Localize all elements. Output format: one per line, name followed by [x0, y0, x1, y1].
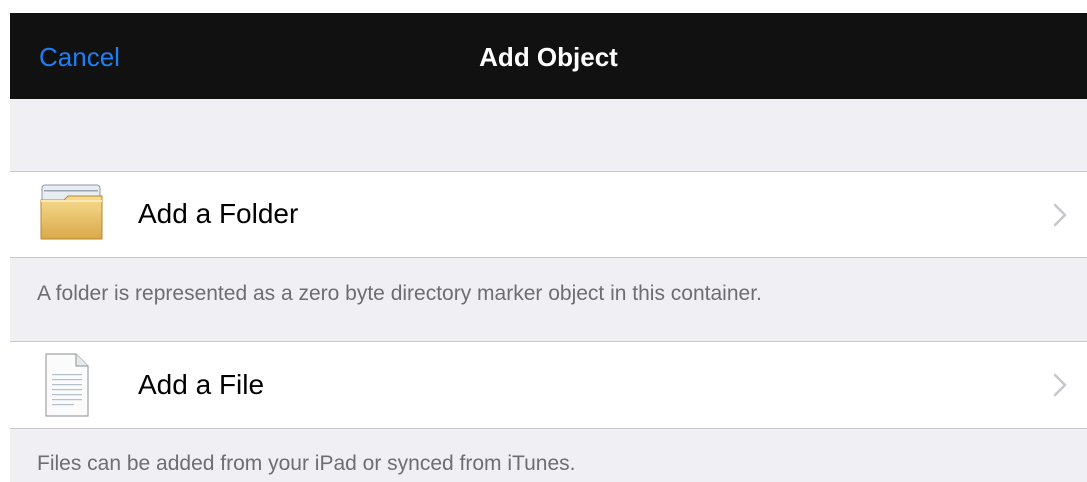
add-file-row[interactable]: Add a File [10, 342, 1087, 428]
add-folder-row[interactable]: Add a Folder [10, 172, 1087, 257]
separator [10, 428, 1087, 429]
folder-icon [40, 182, 104, 247]
add-file-label: Add a File [138, 369, 265, 400]
file-footer-text: Files can be added from your iPad or syn… [37, 452, 576, 475]
folder-footer-text: A folder is represented as a zero byte d… [37, 282, 762, 305]
page-title: Add Object [479, 42, 618, 72]
chevron-right-icon [1053, 373, 1067, 397]
navigation-bar: Cancel Add Object [10, 13, 1087, 99]
add-folder-label: Add a Folder [138, 198, 299, 229]
app-window: Cancel Add Object Add a Folder A folder … [0, 0, 1087, 482]
chevron-right-icon [1053, 203, 1067, 227]
table-view: Add a Folder A folder is represented as … [10, 99, 1087, 482]
separator [10, 257, 1087, 258]
document-icon [44, 352, 90, 423]
